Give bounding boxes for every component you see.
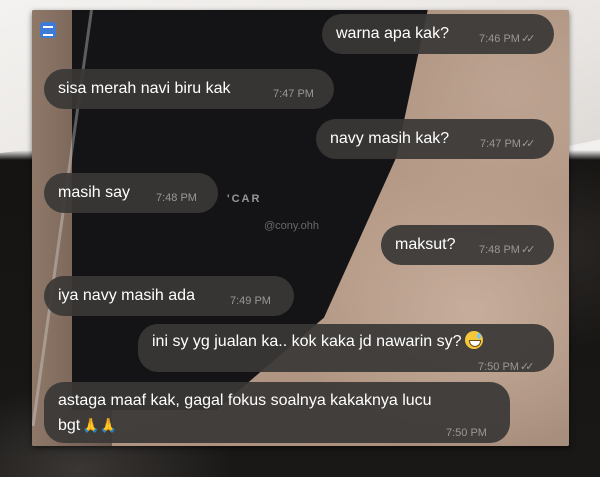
message-text-line-2: bgt 🙏🙏 xyxy=(58,414,117,437)
message-time: 7:48 PM xyxy=(479,244,520,256)
message-bubble-outgoing[interactable]: ini sy yg jualan ka.. kok kaka jd nawari… xyxy=(138,324,554,373)
message-text: warna apa kak? xyxy=(336,25,449,42)
message-time: 7:47 PM xyxy=(273,88,314,100)
message-bubble-outgoing[interactable]: maksut? 7:48 PM ✓✓ xyxy=(381,225,554,265)
message-time: 7:46 PM xyxy=(479,33,520,45)
message-bubble-incoming[interactable]: iya navy masih ada 7:49 PM xyxy=(44,276,294,316)
message-text: masih say xyxy=(58,184,131,201)
message-bubble-outgoing[interactable]: warna apa kak? 7:46 PM ✓✓ xyxy=(322,14,554,54)
chat-app-icon xyxy=(40,22,56,38)
screenshot-photo: 'CAR @cony.ohh warna apa kak? 7:46 PM ✓✓… xyxy=(32,10,569,446)
message-text-line-1: astaga maaf kak, gagal fokus soalnya kak… xyxy=(58,392,432,409)
double-check-icon: ✓✓ xyxy=(521,138,536,150)
message-text-content: bgt xyxy=(58,417,81,434)
photo-shirt-print: 'CAR xyxy=(227,193,262,205)
double-check-icon: ✓✓ xyxy=(520,361,535,373)
message-time: 7:50 PM xyxy=(478,361,519,373)
double-check-icon: ✓✓ xyxy=(521,244,536,256)
message-time: 7:50 PM xyxy=(446,427,487,439)
message-text: navy masih kak? xyxy=(330,130,450,147)
message-time: 7:49 PM xyxy=(230,295,271,307)
watermark: @cony.ohh xyxy=(264,220,319,232)
message-text: ini sy yg jualan ka.. kok kaka jd nawari… xyxy=(152,331,484,353)
folded-hands-emoji-icon: 🙏🙏 xyxy=(82,417,118,433)
message-bubble-incoming[interactable]: astaga maaf kak, gagal fokus soalnya kak… xyxy=(44,382,510,443)
sweat-smile-emoji-icon xyxy=(465,331,484,349)
message-bubble-incoming[interactable]: masih say 7:48 PM xyxy=(44,173,218,213)
message-text: sisa merah navi biru kak xyxy=(58,80,231,97)
message-text: iya navy masih ada xyxy=(58,287,195,304)
double-check-icon: ✓✓ xyxy=(521,33,536,45)
message-bubble-outgoing[interactable]: navy masih kak? 7:47 PM ✓✓ xyxy=(316,119,554,159)
message-text: maksut? xyxy=(395,236,456,253)
message-time: 7:47 PM xyxy=(480,138,521,150)
message-bubble-incoming[interactable]: sisa merah navi biru kak 7:47 PM xyxy=(44,69,334,109)
message-time: 7:48 PM xyxy=(156,192,197,204)
message-text-content: ini sy yg jualan ka.. kok kaka jd nawari… xyxy=(152,333,462,350)
